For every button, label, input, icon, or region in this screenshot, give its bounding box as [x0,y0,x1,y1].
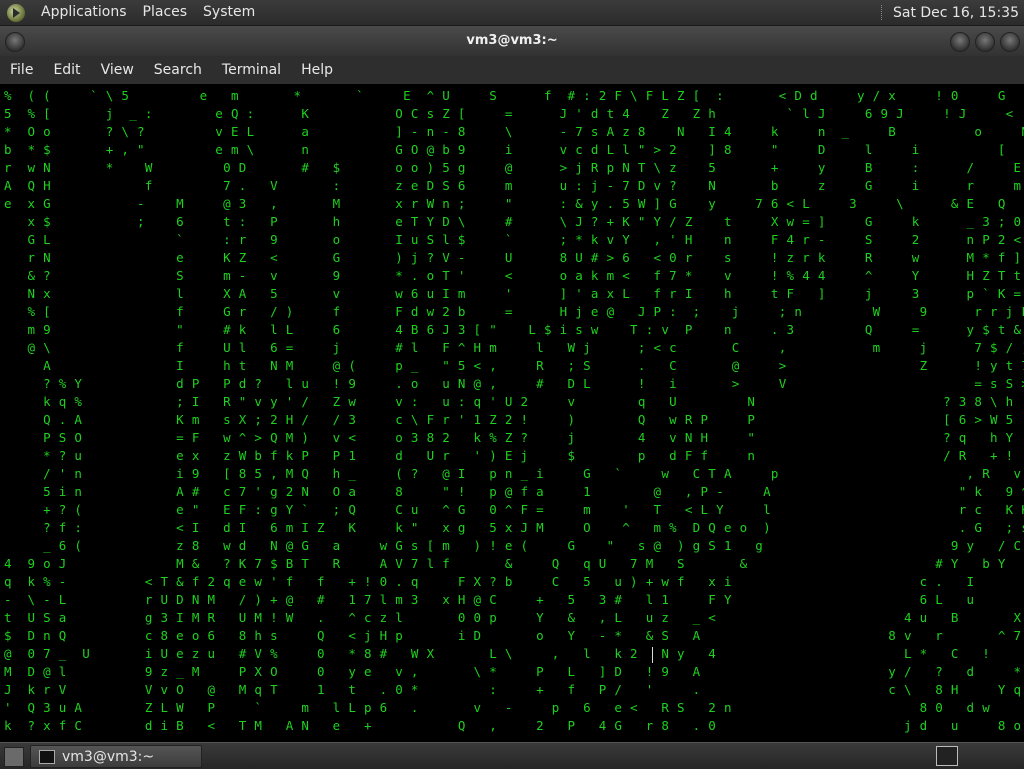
window-titlebar[interactable]: vm3@vm3:~ [0,26,1024,56]
places-menu[interactable]: Places [135,0,196,25]
top-panel: Applications Places System Sat Dec 16, 1… [0,0,1024,26]
clock[interactable]: Sat Dec 16, 15:35 [893,5,1024,21]
taskbar-button[interactable]: vm3@vm3:~ [30,745,202,768]
close-icon[interactable] [1000,32,1020,52]
matrix-rain-text: % ( ( ` \ 5 e m * ` E ^ U S f # : 2 F \ … [4,88,1024,733]
top-panel-menu: Applications Places System [0,0,263,25]
window-title: vm3@vm3:~ [466,33,558,48]
menu-file[interactable]: File [0,56,43,84]
system-menu[interactable]: System [195,0,263,25]
terminal-icon [39,749,55,764]
terminal-area[interactable]: % ( ( ` \ 5 e m * ` E ^ U S f # : 2 F \ … [0,84,1024,742]
menu-help[interactable]: Help [291,56,343,84]
taskbar-label: vm3@vm3:~ [62,748,155,765]
top-panel-right: Sat Dec 16, 15:35 [880,0,1024,25]
show-desktop-icon[interactable] [4,747,24,767]
maximize-icon[interactable] [975,32,995,52]
menu-terminal[interactable]: Terminal [212,56,291,84]
menu-edit[interactable]: Edit [43,56,90,84]
distro-logo-icon[interactable] [7,3,25,22]
tray-terminal-icon[interactable] [936,746,958,766]
terminal-menubar: File Edit View Search Terminal Help [0,56,1024,84]
minimize-icon[interactable] [950,32,970,52]
bottom-panel: vm3@vm3:~ [0,742,1024,769]
panel-separator [880,5,885,20]
applications-menu[interactable]: Applications [33,0,135,25]
mouse-ibeam-icon [652,647,659,663]
menu-search[interactable]: Search [144,56,212,84]
menu-view[interactable]: View [91,56,144,84]
